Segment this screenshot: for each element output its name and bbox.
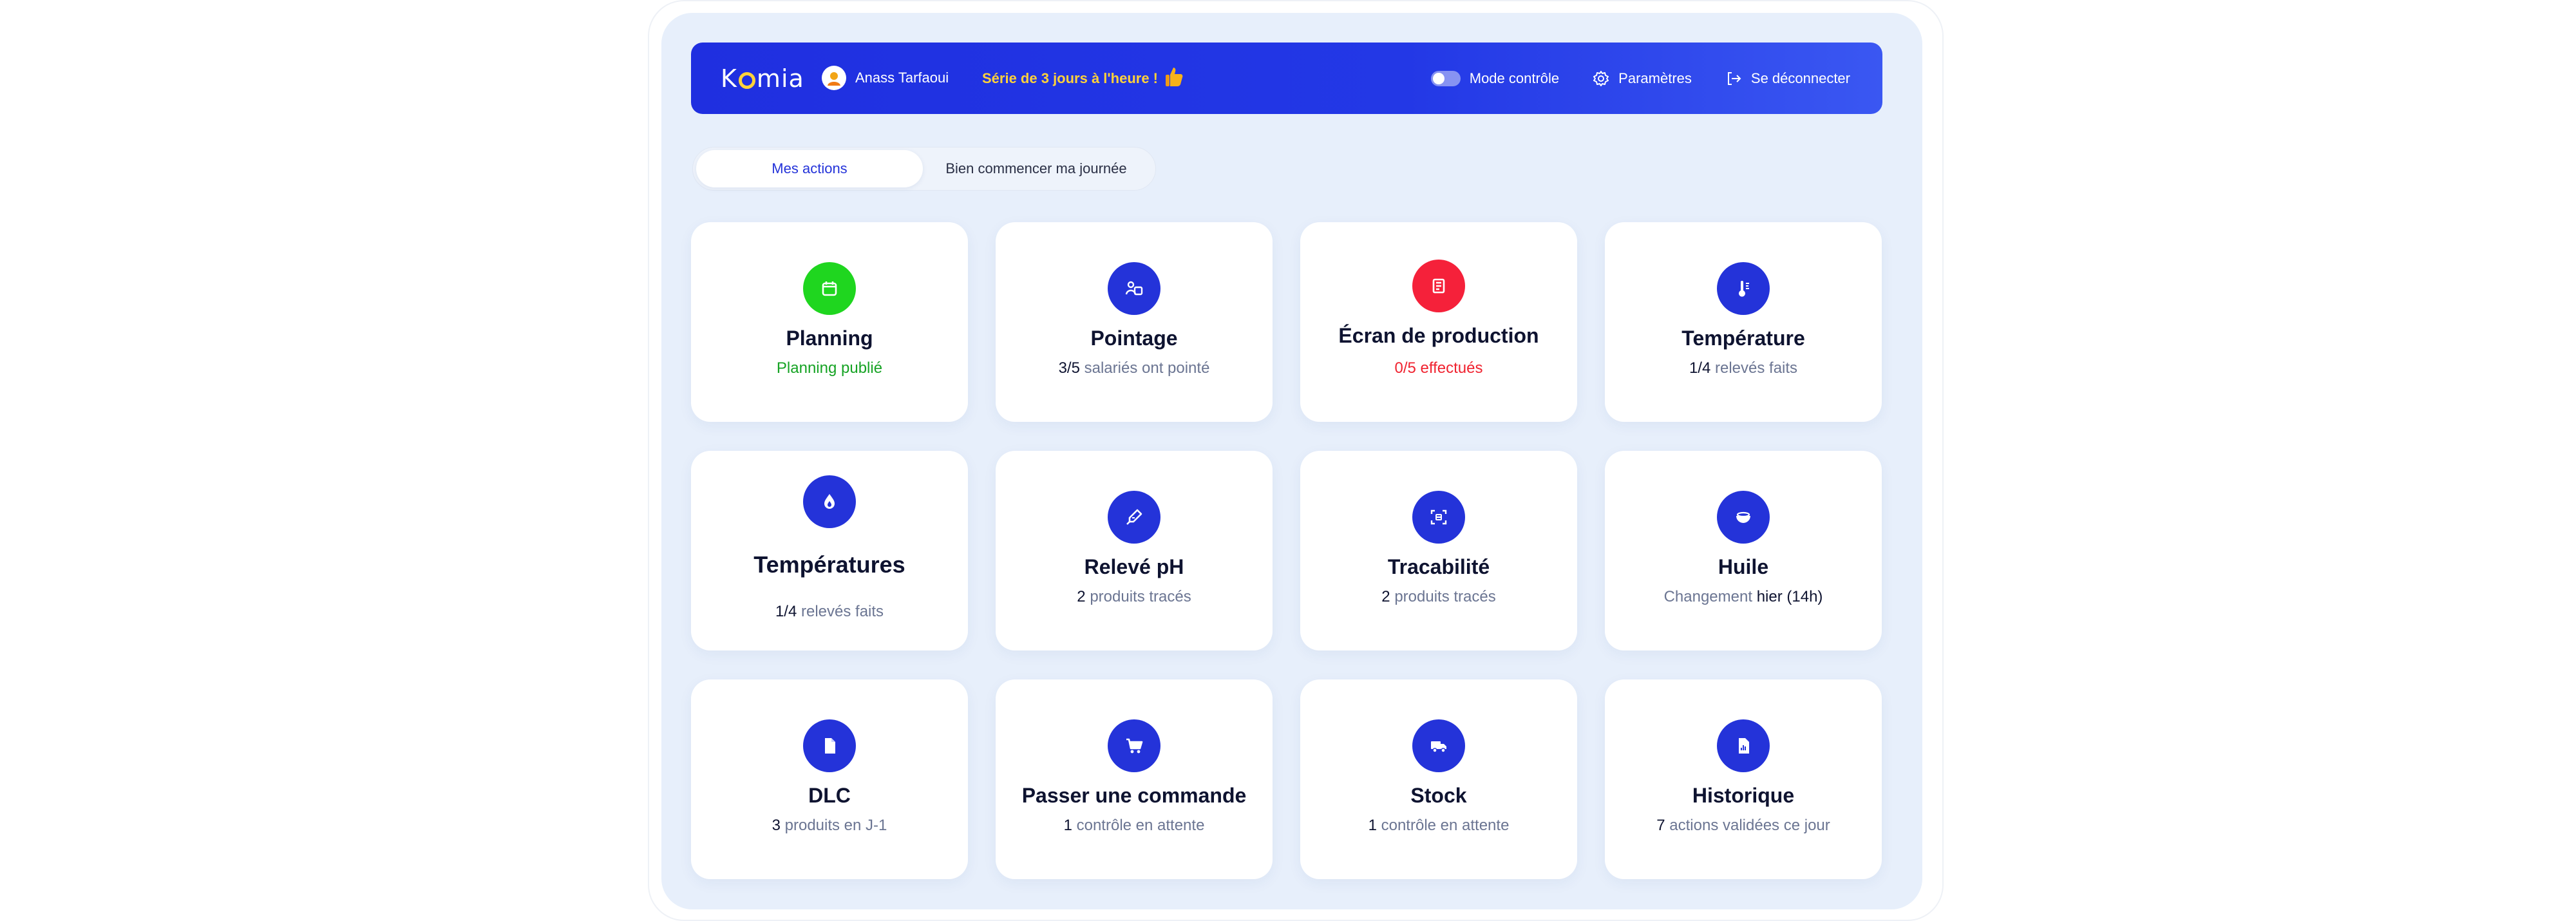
card-historique[interactable]: Historique 7 actions validées ce jour — [1605, 679, 1882, 879]
card-caption: contrôle en attente — [1381, 817, 1510, 834]
card-title: Passer une commande — [1021, 784, 1247, 807]
komia-logo[interactable]: K mia — [721, 64, 804, 93]
settings-label: Paramètres — [1618, 70, 1692, 86]
thumbs-up-icon — [1164, 66, 1184, 91]
card-subtitle: 7 actions validées ce jour — [1656, 817, 1830, 835]
card-title: Écran de production — [1338, 324, 1539, 347]
control-mode-label: Mode contrôle — [1469, 70, 1560, 86]
card-pointage[interactable]: Pointage 3/5 salariés ont pointé — [996, 222, 1273, 422]
logout-icon — [1725, 70, 1742, 87]
card-value: 2 — [1077, 588, 1086, 605]
card-caption: relevés faits — [800, 603, 884, 620]
card-title: Relevé pH — [1084, 555, 1184, 578]
card-value: 2 — [1381, 588, 1390, 605]
card-subtitle: 2 produits tracés — [1381, 588, 1495, 606]
card-title: Pointage — [1090, 327, 1178, 350]
avatar — [822, 66, 846, 90]
card-subtitle: 1/4 relevés faits — [775, 603, 884, 621]
tab-mes-actions[interactable]: Mes actions — [696, 150, 923, 187]
tab-bar: Mes actions Bien commencer ma journée — [692, 147, 1156, 191]
card-caption: produits en J-1 — [784, 817, 887, 834]
logout-button[interactable]: Se déconnecter — [1725, 70, 1850, 87]
toggle-switch[interactable] — [1430, 70, 1461, 86]
card-value: 1 — [1063, 817, 1072, 834]
card-value: 1 — [1368, 817, 1377, 834]
card-value: 7 — [1656, 817, 1665, 834]
card-subtitle: 3/5 salariés ont pointé — [1059, 359, 1210, 377]
card-subtitle: 0/5 effectués — [1394, 359, 1483, 377]
production-screen-icon — [1412, 260, 1465, 312]
card-title: Stock — [1410, 784, 1467, 807]
card-title: Historique — [1692, 784, 1795, 807]
card-temperature[interactable]: Température 1/4 relevés faits — [1605, 222, 1882, 422]
clock-in-icon — [1108, 262, 1160, 315]
cart-icon — [1108, 719, 1160, 772]
card-subtitle: 1 contrôle en attente — [1368, 817, 1510, 835]
card-title: Huile — [1718, 555, 1769, 578]
header-actions: Mode contrôle Paramètres Se déconnecter — [1430, 43, 1850, 114]
logo-o-circle — [738, 72, 755, 89]
card-caption: actions validées ce jour — [1669, 817, 1830, 834]
card-caption: contrôle en attente — [1076, 817, 1205, 834]
card-subtitle: 1 contrôle en attente — [1064, 817, 1205, 835]
logo-letter: K — [721, 64, 737, 93]
user-avatar-icon — [828, 72, 840, 86]
history-file-icon — [1717, 719, 1770, 772]
gear-icon — [1593, 70, 1609, 87]
truck-icon — [1412, 719, 1465, 772]
settings-button[interactable]: Paramètres — [1593, 70, 1692, 87]
thermometer-icon — [1717, 262, 1770, 315]
oil-bowl-icon — [1717, 491, 1770, 544]
card-subtitle: Changement hier (14h) — [1664, 588, 1823, 606]
card-tracabilite[interactable]: Tracabilité 2 produits tracés — [1300, 451, 1577, 650]
document-icon — [803, 719, 856, 772]
card-value: 3 — [772, 817, 781, 834]
tab-bien-commencer[interactable]: Bien commencer ma journée — [923, 150, 1150, 187]
card-value: 3/5 — [1058, 359, 1080, 377]
card-caption: relevés faits — [1714, 359, 1798, 377]
card-subtitle: 2 produits tracés — [1077, 588, 1191, 606]
ph-pipette-icon — [1108, 491, 1160, 544]
card-title: Température — [1681, 327, 1805, 350]
card-huile[interactable]: Huile Changement hier (14h) — [1605, 451, 1882, 650]
card-subtitle: Planning publié — [776, 359, 883, 377]
card-value: 1/4 — [1689, 359, 1711, 377]
card-title: Planning — [786, 327, 873, 350]
streak-text: Série de 3 jours à l'heure ! — [982, 70, 1159, 86]
card-ecran-production[interactable]: Écran de production 0/5 effectués — [1300, 222, 1577, 422]
top-navbar: K mia Anass Tarfaoui Série de 3 jours à … — [691, 43, 1882, 114]
card-planning[interactable]: Planning Planning publié — [691, 222, 968, 422]
card-releve-ph[interactable]: Relevé pH 2 produits tracés — [996, 451, 1273, 650]
card-title: Températures — [753, 551, 905, 578]
calendar-icon — [803, 262, 856, 315]
card-caption: produits tracés — [1394, 588, 1496, 605]
card-caption: produits tracés — [1090, 588, 1191, 605]
card-value: hier (14h) — [1756, 588, 1823, 605]
card-title: DLC — [808, 784, 851, 807]
card-caption: salariés ont pointé — [1084, 359, 1210, 377]
card-caption: Changement — [1663, 588, 1753, 605]
card-stock[interactable]: Stock 1 contrôle en attente — [1300, 679, 1577, 879]
logout-label: Se déconnecter — [1750, 70, 1850, 86]
card-subtitle: 1/4 relevés faits — [1689, 359, 1797, 377]
card-temperatures[interactable]: Températures 1/4 relevés faits — [691, 451, 968, 650]
card-passer-commande[interactable]: Passer une commande 1 contrôle en attent… — [996, 679, 1273, 879]
card-subtitle: 3 produits en J-1 — [772, 817, 887, 835]
streak-banner: Série de 3 jours à l'heure ! — [982, 66, 1184, 91]
scan-icon — [1412, 491, 1465, 544]
user-profile[interactable]: Anass Tarfaoui — [822, 66, 949, 90]
logo-text: mia — [756, 64, 804, 93]
card-dlc[interactable]: DLC 3 produits en J-1 — [691, 679, 968, 879]
user-name: Anass Tarfaoui — [855, 70, 949, 86]
control-mode-toggle[interactable]: Mode contrôle — [1430, 70, 1560, 87]
card-title: Tracabilité — [1387, 555, 1490, 578]
flame-icon — [803, 475, 856, 528]
card-value: 1/4 — [775, 603, 797, 620]
